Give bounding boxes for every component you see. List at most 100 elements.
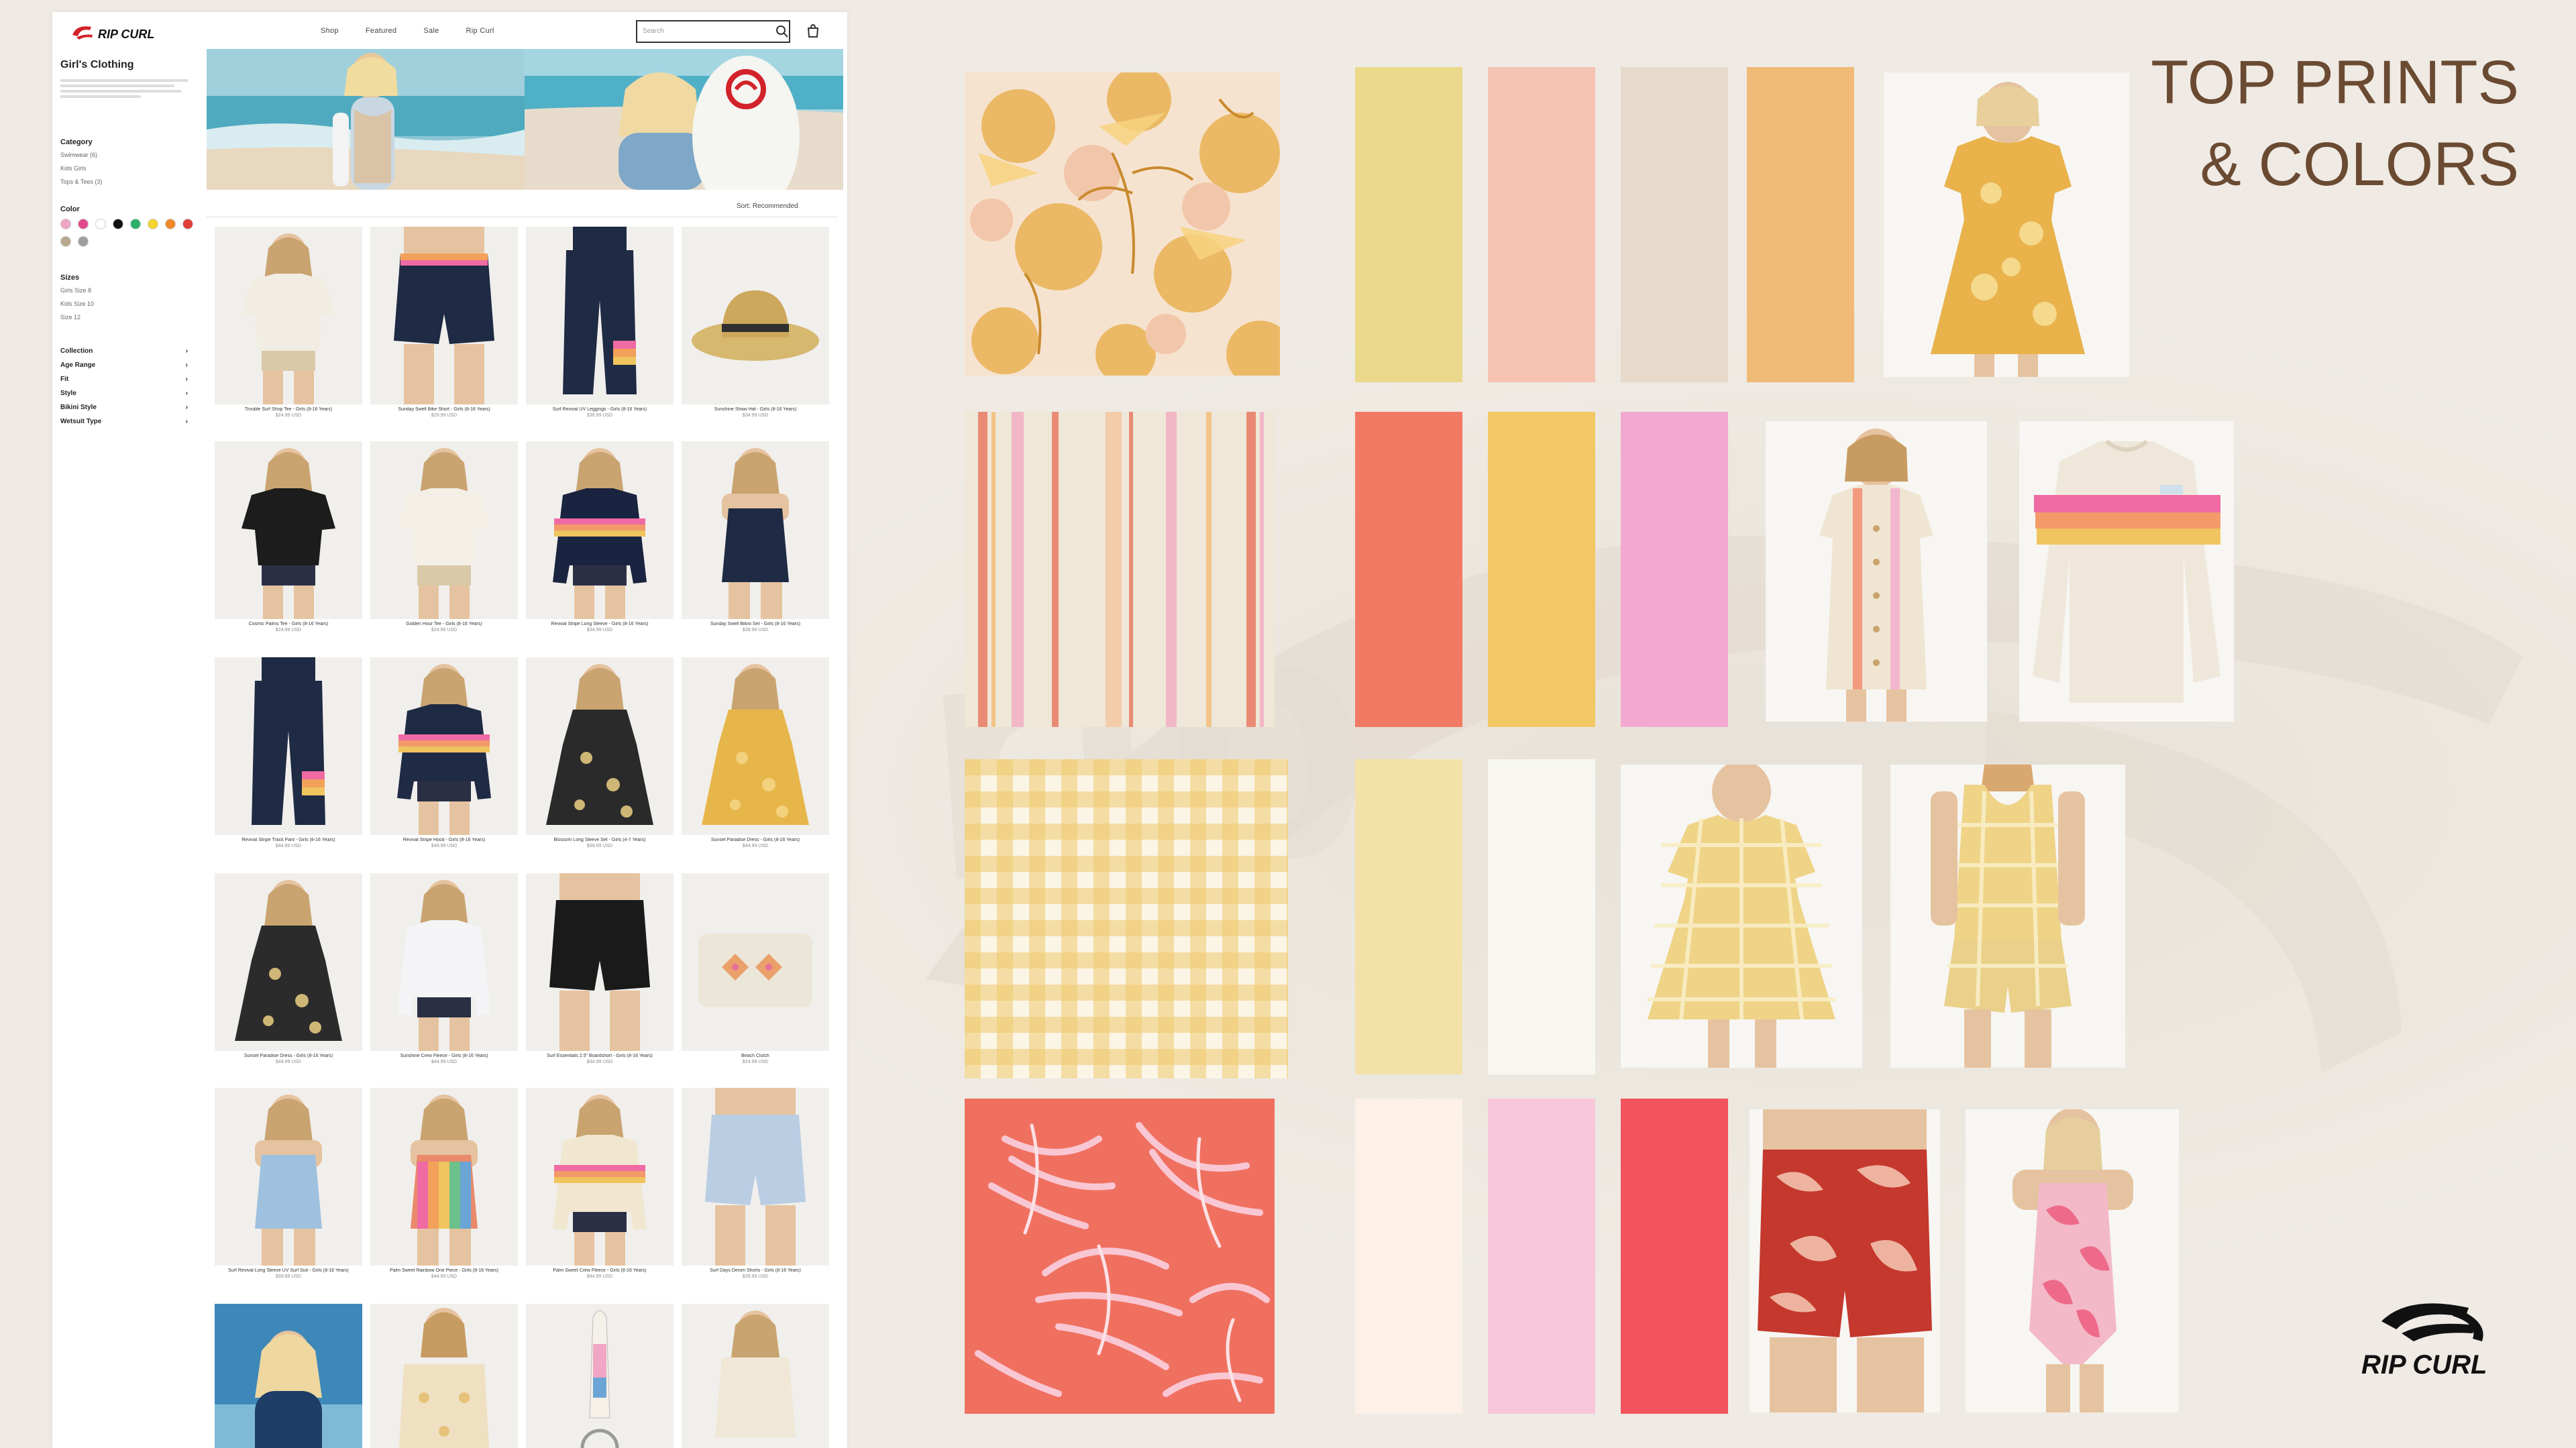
product-name[interactable]: Revival Stripe Track Pant - Girls (8-16 … <box>215 838 362 842</box>
product-name[interactable]: Palm Sweet Crew Fleece - Girls (8-16 Yea… <box>526 1268 674 1273</box>
nav-ripcurl[interactable]: Rip Curl <box>466 27 494 35</box>
product-image[interactable] <box>682 227 829 404</box>
product-name[interactable]: Surf Days Denim Shorts - Girls (8-16 Yea… <box>682 1268 829 1273</box>
accordion-label: Style <box>60 390 76 397</box>
product-price: $39.99 USD <box>586 844 613 848</box>
search-icon[interactable] <box>775 25 789 38</box>
accordion-label: Bikini Style <box>60 404 97 411</box>
color-filter-swatch[interactable] <box>182 219 193 229</box>
product-image[interactable] <box>526 1304 674 1448</box>
filter-color-title: Color <box>60 205 80 213</box>
product-image[interactable] <box>370 1304 518 1448</box>
product-image[interactable] <box>526 227 674 404</box>
product-card[interactable]: Trouble Surf Shop Tee - Girls (8-16 Year… <box>215 227 362 428</box>
product-card[interactable]: Palm Sweet Crew Fleece - Girls (8-16 Yea… <box>526 1088 674 1289</box>
product-card[interactable]: Revival Stripe Hood - Girls (8-16 Years)… <box>370 657 518 858</box>
product-card[interactable]: Surf Essentials 2.5" Boardshort - Girls … <box>526 873 674 1074</box>
cart-icon[interactable] <box>806 23 820 38</box>
product-card[interactable]: Revival Stripe Long Sleeve - Girls (8-16… <box>526 441 674 643</box>
product-name[interactable]: Golden Hour Tee - Girls (8-16 Years) <box>370 622 518 626</box>
product-card[interactable]: Golden Hour Tee - Girls (8-16 Years) $24.… <box>370 441 518 643</box>
product-card[interactable]: Sunday Swell Bike Short - Girls (8-16 Ye… <box>370 227 518 428</box>
product-image[interactable] <box>682 873 829 1051</box>
product-card[interactable]: Sunshine Crew Fleece - Girls (8-16 Years… <box>370 873 518 1074</box>
product-name[interactable]: Sunday Swell Bikini Set - Girls (8-16 Ye… <box>682 622 829 626</box>
product-card[interactable]: Sunset Paradise Dress - Girls (8-16 Year… <box>682 657 829 858</box>
product-card[interactable]: Sunshine Straw Hat - Girls (8-16 Years) $… <box>682 227 829 428</box>
color-filter-swatch[interactable] <box>78 219 89 229</box>
product-card[interactable] <box>526 1304 674 1448</box>
product-card[interactable] <box>370 1304 518 1448</box>
product-name[interactable]: Sunset Paradise Dress - Girls (8-16 Year… <box>682 838 829 842</box>
product-image[interactable] <box>215 873 362 1051</box>
color-filter-swatch[interactable] <box>165 219 176 229</box>
filter-accordion[interactable]: Collection › <box>60 347 188 355</box>
product-image[interactable] <box>370 873 518 1051</box>
product-image[interactable] <box>370 227 518 404</box>
product-card[interactable]: Sunday Swell Bikini Set - Girls (8-16 Ye… <box>682 441 829 643</box>
product-name[interactable]: Surf Revival Long Sleeve UV Surf Suit - … <box>215 1268 362 1273</box>
product-card[interactable]: Beach Clutch $24.99 USD <box>682 873 829 1074</box>
product-image[interactable] <box>215 1304 362 1448</box>
product-image[interactable] <box>370 441 518 619</box>
product-image[interactable] <box>526 873 674 1051</box>
product-image[interactable] <box>370 1088 518 1266</box>
color-filter-swatch[interactable] <box>148 219 158 229</box>
search-input[interactable]: Search <box>636 20 790 43</box>
product-name[interactable]: Surf Essentials 2.5" Boardshort - Girls … <box>526 1054 674 1058</box>
product-name[interactable]: Revival Stripe Long Sleeve - Girls (8-16… <box>526 622 674 626</box>
product-image[interactable] <box>215 1088 362 1266</box>
product-card[interactable]: Palm Sweet Rainbow One Piece - Girls (8-… <box>370 1088 518 1289</box>
product-name[interactable]: Surf Revival UV Leggings - Girls (8-16 Y… <box>526 407 674 412</box>
product-card[interactable]: Surf Revival Long Sleeve UV Surf Suit - … <box>215 1088 362 1289</box>
product-image[interactable] <box>215 227 362 404</box>
chevron-icon: › <box>185 376 188 383</box>
product-name[interactable]: Sunset Paradise Dress - Girls (8-16 Year… <box>215 1054 362 1058</box>
product-image[interactable] <box>526 1088 674 1266</box>
product-image[interactable] <box>682 1088 829 1266</box>
product-card[interactable] <box>682 1304 829 1448</box>
filter-accordion[interactable]: Age Range › <box>60 361 188 369</box>
product-name[interactable]: Sunshine Crew Fleece - Girls (8-16 Years… <box>370 1054 518 1058</box>
color-filter-swatch[interactable] <box>113 219 123 229</box>
filter-accordion[interactable]: Wetsuit Type › <box>60 418 188 425</box>
product-name[interactable]: Beach Clutch <box>682 1054 829 1058</box>
nav-sale[interactable]: Sale <box>423 27 439 35</box>
product-image[interactable] <box>682 1304 829 1448</box>
product-image[interactable] <box>682 441 829 619</box>
product-image[interactable] <box>526 441 674 619</box>
product-card[interactable]: Surf Days Denim Shorts - Girls (8-16 Yea… <box>682 1088 829 1289</box>
color-filter-swatch[interactable] <box>78 236 89 247</box>
color-filter-swatch[interactable] <box>60 219 71 229</box>
product-price: $44.99 USD <box>742 844 769 848</box>
product-image[interactable] <box>215 441 362 619</box>
product-name[interactable]: Trouble Surf Shop Tee - Girls (8-16 Year… <box>215 407 362 412</box>
color-filter-swatch[interactable] <box>60 236 71 247</box>
color-filter-swatch[interactable] <box>130 219 141 229</box>
product-image[interactable] <box>215 657 362 835</box>
product-card[interactable]: Sunset Paradise Dress - Girls (8-16 Year… <box>215 873 362 1074</box>
filter-accordion[interactable]: Fit › <box>60 376 188 383</box>
nav-shop[interactable]: Shop <box>321 27 339 35</box>
filter-accordion[interactable]: Bikini Style › <box>60 404 188 411</box>
product-card[interactable]: Blossom Long Sleeve Set - Girls (4-7 Yea… <box>526 657 674 858</box>
product-card[interactable]: Surf Revival UV Leggings - Girls (8-16 Y… <box>526 227 674 428</box>
nav-featured[interactable]: Featured <box>366 27 396 35</box>
product-name[interactable]: Sunday Swell Bike Short - Girls (8-16 Ye… <box>370 407 518 412</box>
product-image[interactable] <box>526 657 674 835</box>
product-image[interactable] <box>370 657 518 835</box>
sort-dropdown[interactable]: Sort: Recommended <box>737 203 798 210</box>
product-card[interactable]: Revival Stripe Track Pant - Girls (8-16 … <box>215 657 362 858</box>
product-card[interactable] <box>215 1304 362 1448</box>
product-card[interactable]: Cosmic Palms Tee - Girls (8-16 Years) $24… <box>215 441 362 643</box>
product-name[interactable]: Revival Stripe Hood - Girls (8-16 Years) <box>370 838 518 842</box>
product-image[interactable] <box>682 657 829 835</box>
product-price: $49.99 USD <box>431 844 458 848</box>
color-filter-swatch[interactable] <box>95 219 106 229</box>
product-name[interactable]: Blossom Long Sleeve Set - Girls (4-7 Yea… <box>526 838 674 842</box>
product-name[interactable]: Sunshine Straw Hat - Girls (8-16 Years) <box>682 407 829 412</box>
filter-accordion[interactable]: Style › <box>60 390 188 397</box>
product-name[interactable]: Cosmic Palms Tee - Girls (8-16 Years) <box>215 622 362 626</box>
product-name[interactable]: Palm Sweet Rainbow One Piece - Girls (8-… <box>370 1268 518 1273</box>
product-price: $44.99 USD <box>275 844 302 848</box>
